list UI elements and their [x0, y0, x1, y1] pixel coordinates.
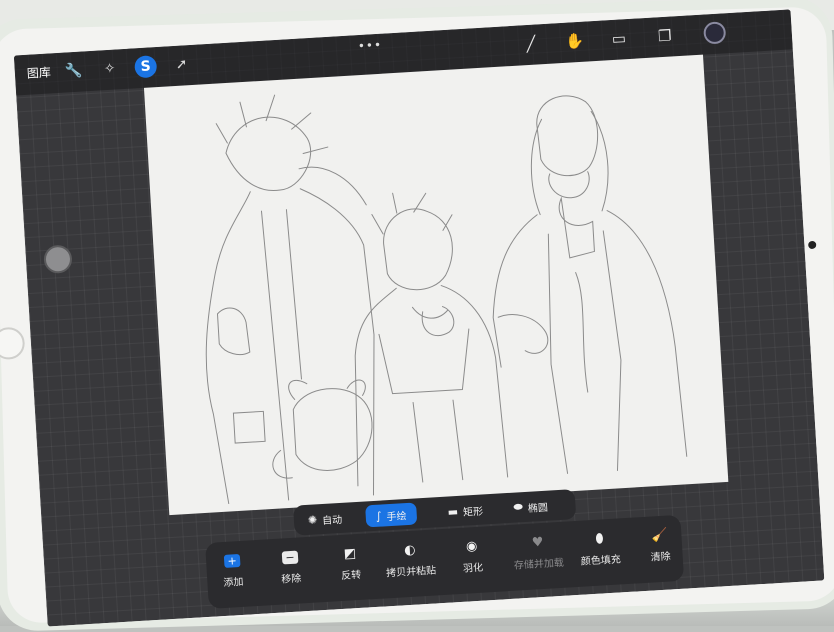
ellipse-icon: ⬬: [513, 500, 524, 514]
sidebar-slider-handle[interactable]: [43, 244, 73, 275]
action-label: 羽化: [462, 562, 484, 575]
selection-icon[interactable]: S: [134, 55, 158, 79]
smudge-icon[interactable]: ✋: [563, 30, 586, 53]
mode-label: 自动: [321, 514, 343, 527]
action-label: 添加: [223, 576, 244, 590]
freehand-icon: ∫: [375, 509, 382, 523]
mode-label: 椭圆: [527, 502, 549, 515]
drawing-canvas[interactable]: [143, 54, 729, 516]
mode-label: 矩形: [462, 505, 484, 519]
mode-automatic-button[interactable]: ✺ 自动: [297, 506, 352, 531]
sun-icon: ✺: [307, 512, 318, 527]
mode-label: 手绘: [386, 510, 407, 523]
gallery-button[interactable]: 图库: [26, 63, 51, 81]
feather-icon: ◉: [465, 538, 478, 555]
action-label: 拷贝并粘贴: [385, 565, 437, 580]
eraser-icon[interactable]: ▭: [607, 27, 630, 50]
feather-button[interactable]: ◉ 羽化: [435, 537, 509, 576]
action-label: 存储并加载: [513, 557, 565, 572]
procreate-screen: 图库 🔧 ✧ S ➚ ••• ╱ ✋ ▭ ❐ ✺ 自动 ∫ 手绘 ▬ 矩形 ⬬ …: [13, 9, 825, 627]
action-label: 移除: [281, 573, 302, 586]
wrench-icon[interactable]: 🔧: [62, 59, 85, 82]
color-icon[interactable]: [703, 21, 727, 45]
transform-arrow-icon[interactable]: ➚: [170, 53, 193, 76]
sketch-artwork: [205, 94, 688, 505]
home-button[interactable]: [0, 326, 26, 360]
front-camera: [808, 240, 817, 250]
broom-icon: 🧹: [650, 527, 668, 544]
action-label: 颜色填充: [580, 554, 622, 568]
more-menu-dots[interactable]: •••: [357, 38, 382, 53]
action-label: 清除: [650, 551, 672, 564]
brush-icon[interactable]: ╱: [519, 32, 542, 55]
clear-button[interactable]: 🧹 清除: [623, 526, 697, 565]
mode-freehand-button[interactable]: ∫ 手绘: [365, 502, 418, 528]
rectangle-icon: ▬: [447, 504, 459, 519]
selection-action-bar: + 添加 − 移除 ◩ 反转 ◐ 拷贝并粘贴 ◉ 羽化 ♥ 存储并加载 ⬮ 颜色…: [205, 514, 685, 609]
tablet-device: 图库 🔧 ✧ S ➚ ••• ╱ ✋ ▭ ❐ ✺ 自动 ∫ 手绘 ▬ 矩形 ⬬ …: [0, 6, 834, 627]
magic-wand-icon[interactable]: ✧: [98, 57, 121, 80]
layers-icon[interactable]: ❐: [653, 24, 676, 47]
mode-ellipse-button[interactable]: ⬬ 椭圆: [503, 494, 559, 519]
action-label: 反转: [340, 569, 362, 583]
mode-rectangle-button[interactable]: ▬ 矩形: [437, 498, 494, 523]
